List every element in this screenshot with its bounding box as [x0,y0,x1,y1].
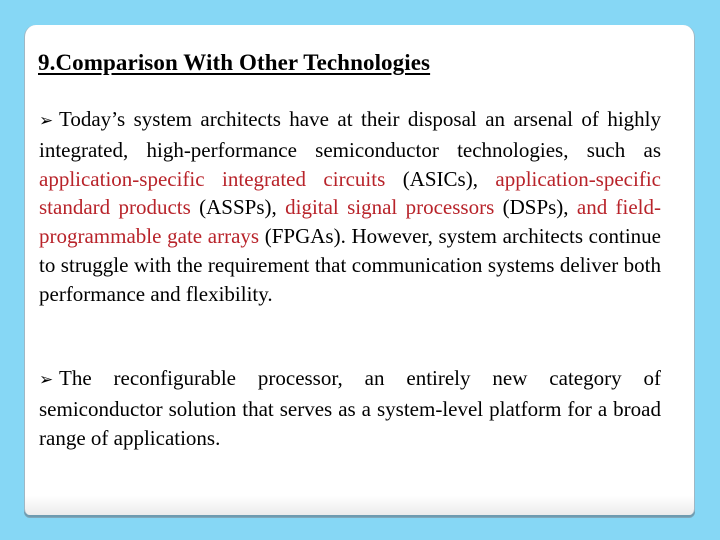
highlighted-term: application-specific integrated circuits [39,166,386,191]
text-segment: The reconfigurable processor, an entirel… [39,366,661,450]
arrow-bullet-icon: ➢ [39,111,54,130]
slide-title: 9.Comparison With Other Technologies [38,50,431,75]
slide-card: 9.Comparison With Other Technologies ➢ To… [24,25,695,515]
text-segment: Today’s system architects have at their … [39,107,661,162]
highlighted-term: digital signal processors [285,195,495,220]
arrow-bullet-icon: ➢ [39,370,54,389]
bullet-paragraph-1: ➢ Today’s system architects have at their… [39,105,661,309]
bullet-paragraph-2: ➢ The reconfigurable processor, an entire… [39,364,661,452]
text-segment: (ASSPs), [190,195,286,220]
text-segment: (ASICs), [385,166,496,191]
text-segment: (DSPs), [494,195,577,220]
